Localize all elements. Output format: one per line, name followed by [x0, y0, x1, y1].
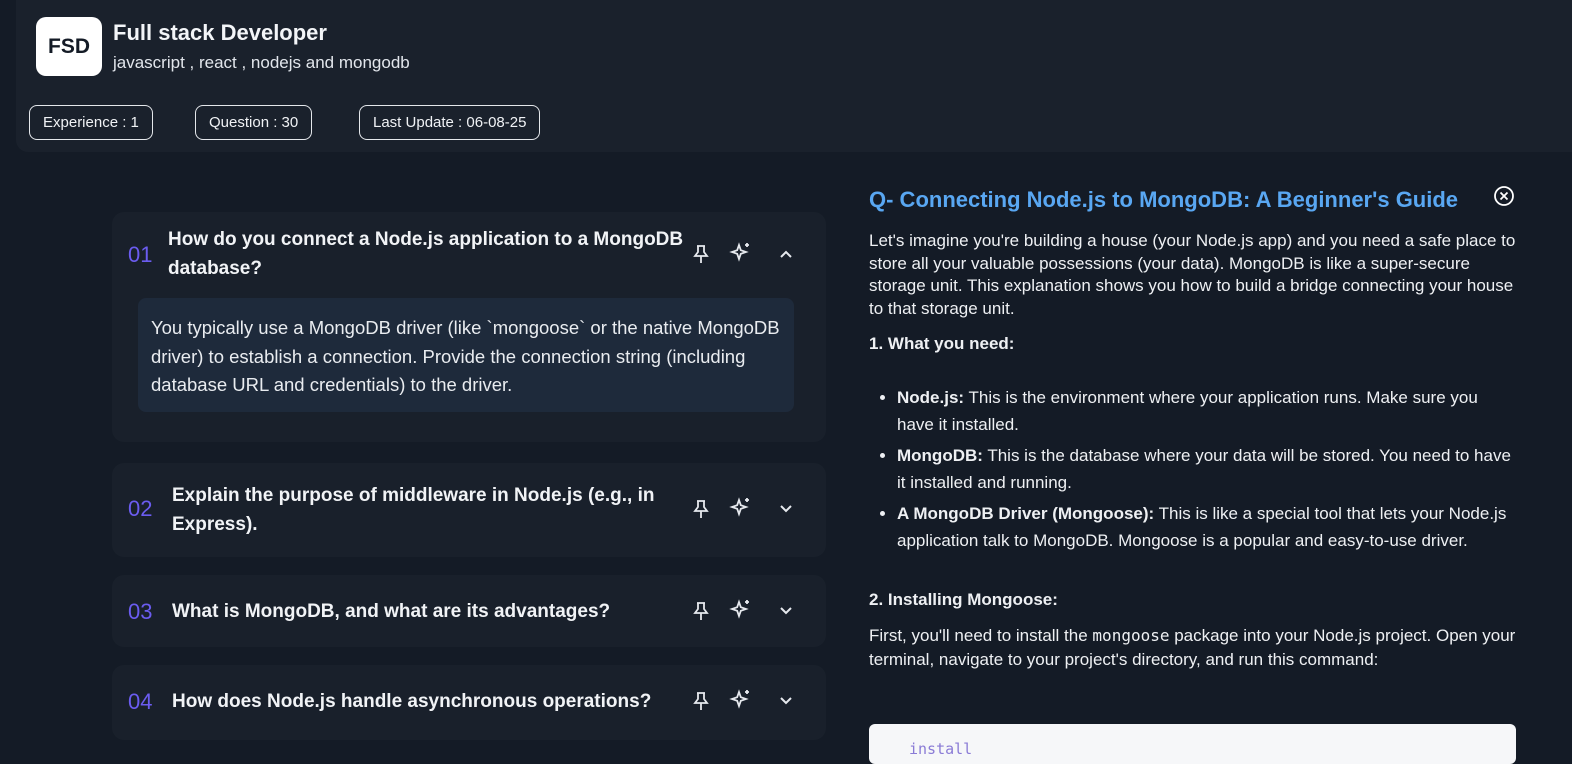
section-heading: 1. What you need:: [869, 334, 1015, 353]
close-circle-icon[interactable]: [1493, 185, 1515, 207]
question-number: 04: [128, 689, 153, 714]
code-block: install: [869, 724, 1516, 764]
sparkles-icon[interactable]: [729, 598, 753, 622]
sparkles-icon[interactable]: [729, 241, 753, 265]
install-paragraph: First, you'll need to install the mongoo…: [869, 626, 1516, 669]
detail-panel: Q- Connecting Node.js to MongoDB: A Begi…: [869, 180, 1519, 764]
chevron-down-icon[interactable]: [774, 689, 798, 713]
list-item: Node.js: This is the environment where y…: [897, 384, 1519, 438]
header: FSD Full stack Developer javascript , re…: [16, 0, 1572, 152]
needs-list: Node.js: This is the environment where y…: [897, 384, 1519, 554]
detail-title: Q- Connecting Node.js to MongoDB: A Begi…: [869, 187, 1459, 212]
pin-icon[interactable]: [689, 689, 713, 713]
detail-body: Let's imagine you're building a house (y…: [869, 230, 1519, 672]
list-item: A MongoDB Driver (Mongoose): This is lik…: [897, 500, 1519, 554]
pin-icon[interactable]: [689, 599, 713, 623]
question-text[interactable]: How do you connect a Node.js application…: [168, 225, 688, 283]
page-subtitle: javascript , react , nodejs and mongodb: [113, 53, 410, 72]
chevron-down-icon[interactable]: [774, 599, 798, 623]
question-card-02[interactable]: 02 Explain the purpose of middleware in …: [112, 463, 826, 557]
question-number: 01: [128, 242, 153, 267]
question-number: 03: [128, 599, 153, 624]
question-text[interactable]: What is MongoDB, and what are its advant…: [172, 597, 672, 626]
inline-code: mongoose: [1092, 626, 1170, 645]
pin-icon[interactable]: [689, 242, 713, 266]
question-text[interactable]: How does Node.js handle asynchronous ope…: [172, 687, 672, 716]
chevron-down-icon[interactable]: [774, 497, 798, 521]
pin-icon[interactable]: [689, 497, 713, 521]
question-card-03[interactable]: 03 What is MongoDB, and what are its adv…: [112, 575, 826, 647]
question-number: 02: [128, 496, 153, 521]
question-text[interactable]: Explain the purpose of middleware in Nod…: [172, 481, 672, 539]
sparkles-icon[interactable]: [729, 688, 753, 712]
intro-paragraph: Let's imagine you're building a house (y…: [869, 231, 1516, 318]
last-update-badge: Last Update : 06-08-25: [359, 105, 541, 140]
code-text: install: [909, 740, 973, 758]
question-count-badge: Question : 30: [195, 105, 313, 140]
page-title: Full stack Developer: [113, 20, 327, 45]
experience-badge: Experience : 1: [29, 105, 153, 140]
sparkles-icon[interactable]: [729, 496, 753, 520]
answer-text: You typically use a MongoDB driver (like…: [138, 298, 794, 412]
question-card-01[interactable]: 01 How do you connect a Node.js applicat…: [112, 212, 826, 442]
question-card-04[interactable]: 04 How does Node.js handle asynchronous …: [112, 665, 826, 740]
list-item: MongoDB: This is the database where your…: [897, 442, 1519, 496]
logo-badge: FSD: [36, 17, 102, 76]
section-heading: 2. Installing Mongoose:: [869, 590, 1058, 609]
chevron-up-icon[interactable]: [774, 242, 798, 266]
